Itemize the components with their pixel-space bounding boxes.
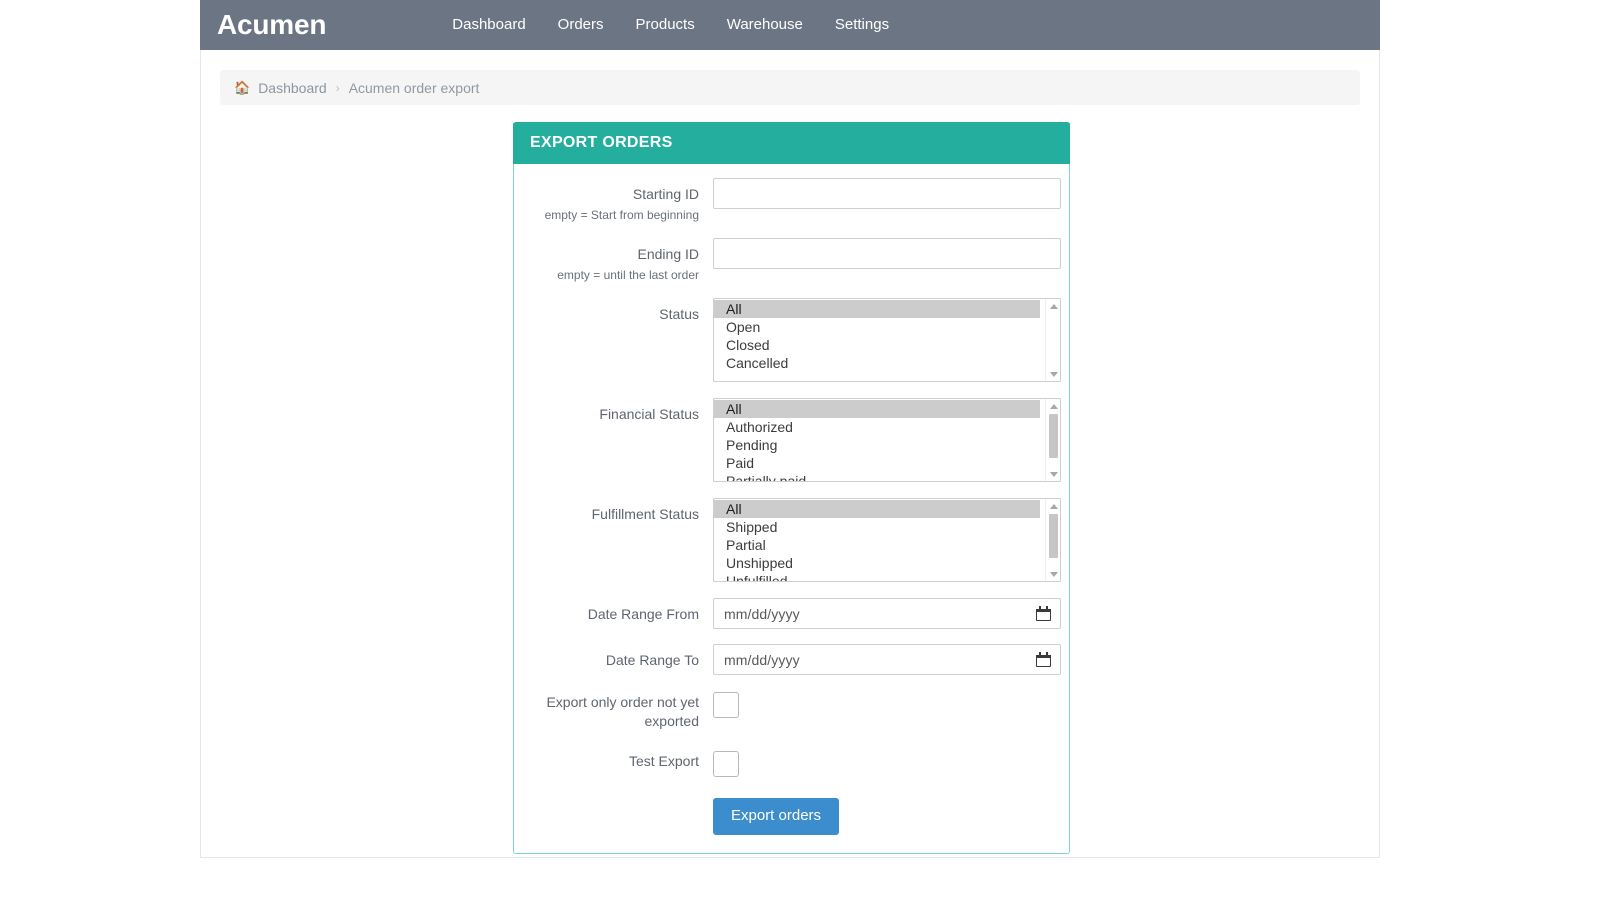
brand-logo[interactable]: Acumen	[217, 11, 326, 39]
starting-id-field-col	[713, 178, 1061, 223]
financial-status-option-partially-paid[interactable]: Partially paid	[714, 472, 1040, 481]
financial-status-listbox[interactable]: All Authorized Pending Paid Partially pa…	[713, 398, 1061, 482]
date-to-placeholder: mm/dd/yyyy	[724, 651, 800, 668]
scroll-down-icon[interactable]	[1046, 567, 1060, 581]
breadcrumb-current: Acumen order export	[348, 79, 480, 96]
starting-id-label: Starting ID	[632, 186, 699, 202]
financial-status-option-pending[interactable]: Pending	[714, 436, 1040, 454]
form-row-test-export: Test Export	[525, 749, 1058, 777]
export-orders-button[interactable]: Export orders	[713, 798, 840, 835]
financial-status-option-all[interactable]: All	[714, 400, 1040, 418]
fulfillment-status-option-partial[interactable]: Partial	[714, 536, 1040, 554]
ending-id-label: Ending ID	[637, 246, 699, 262]
status-option-cancelled[interactable]: Cancelled	[714, 354, 1040, 372]
financial-status-option-authorized[interactable]: Authorized	[714, 418, 1040, 436]
page-content: 🏠 Dashboard › Acumen order export EXPORT…	[200, 50, 1380, 858]
form-row-fulfillment-status: Fulfillment Status All Shipped Partial U…	[525, 498, 1061, 582]
nav-item-warehouse[interactable]: Warehouse	[711, 0, 819, 50]
fulfillment-status-field-col: All Shipped Partial Unshipped Unfulfille…	[713, 498, 1061, 582]
status-option-closed[interactable]: Closed	[714, 336, 1040, 354]
not-exported-checkbox[interactable]	[713, 692, 739, 718]
submit-spacer	[525, 798, 713, 835]
status-listbox[interactable]: All Open Closed Cancelled	[713, 298, 1061, 382]
fulfillment-status-option-unshipped[interactable]: Unshipped	[714, 554, 1040, 572]
ending-id-input[interactable]	[713, 238, 1061, 269]
scroll-up-icon[interactable]	[1046, 499, 1060, 513]
financial-status-scrollbar[interactable]	[1045, 399, 1060, 481]
fulfillment-status-label: Fulfillment Status	[591, 506, 699, 522]
fulfillment-status-option-unfulfilled[interactable]: Unfulfilled	[714, 572, 1040, 581]
status-field-col: All Open Closed Cancelled	[713, 298, 1061, 382]
panel-header: EXPORT ORDERS	[513, 122, 1070, 164]
scroll-down-icon[interactable]	[1046, 367, 1060, 381]
fulfillment-status-label-col: Fulfillment Status	[525, 498, 713, 582]
ending-id-field-col	[713, 238, 1061, 283]
calendar-icon[interactable]	[1036, 652, 1051, 667]
form-row-financial-status: Financial Status All Authorized Pending …	[525, 398, 1061, 482]
date-to-label-col: Date Range To	[525, 644, 713, 675]
nav-item-settings[interactable]: Settings	[819, 0, 905, 50]
test-export-label: Test Export	[628, 753, 699, 769]
scrollbar-thumb[interactable]	[1049, 514, 1058, 558]
ending-id-hint: empty = until the last order	[557, 268, 699, 282]
ending-id-label-col: Ending ID empty = until the last order	[525, 238, 713, 283]
form-row-status: Status All Open Closed Cancelled	[525, 298, 1061, 382]
date-to-label: Date Range To	[605, 652, 699, 668]
breadcrumb-item-dashboard[interactable]: Dashboard	[258, 80, 327, 96]
date-from-placeholder: mm/dd/yyyy	[724, 605, 800, 622]
status-option-all[interactable]: All	[714, 300, 1040, 318]
financial-status-label: Financial Status	[599, 406, 699, 422]
not-exported-label-col: Export only order not yet exported	[525, 690, 713, 731]
scrollbar-thumb[interactable]	[1049, 314, 1058, 368]
starting-id-hint: empty = Start from beginning	[544, 208, 699, 222]
form-row-ending-id: Ending ID empty = until the last order	[525, 238, 1061, 283]
form-row-date-to: Date Range To mm/dd/yyyy	[525, 644, 1061, 675]
financial-status-label-col: Financial Status	[525, 398, 713, 482]
financial-status-field-col: All Authorized Pending Paid Partially pa…	[713, 398, 1061, 482]
status-scrollbar[interactable]	[1045, 299, 1060, 381]
panel-title: EXPORT ORDERS	[530, 134, 673, 151]
status-option-open[interactable]: Open	[714, 318, 1040, 336]
export-orders-panel: EXPORT ORDERS Starting ID empty = Start …	[513, 122, 1070, 854]
nav-item-dashboard[interactable]: Dashboard	[436, 0, 541, 50]
calendar-icon[interactable]	[1036, 606, 1051, 621]
status-label: Status	[659, 306, 699, 322]
home-icon: 🏠	[234, 80, 251, 95]
financial-status-option-paid[interactable]: Paid	[714, 454, 1040, 472]
breadcrumb-separator-icon: ›	[335, 80, 340, 95]
fulfillment-status-option-all[interactable]: All	[714, 500, 1040, 518]
export-orders-form: Starting ID empty = Start from beginning…	[514, 164, 1069, 853]
nav-item-orders[interactable]: Orders	[542, 0, 620, 50]
form-row-submit: Export orders	[525, 798, 1058, 835]
scroll-up-icon[interactable]	[1046, 399, 1060, 413]
not-exported-label: Export only order not yet exported	[546, 694, 699, 729]
date-from-label: Date Range From	[587, 606, 699, 622]
scroll-up-icon[interactable]	[1046, 299, 1060, 313]
date-to-input[interactable]: mm/dd/yyyy	[713, 644, 1061, 675]
form-row-date-from: Date Range From mm/dd/yyyy	[525, 598, 1061, 629]
fulfillment-status-listbox[interactable]: All Shipped Partial Unshipped Unfulfille…	[713, 498, 1061, 582]
date-from-field-col: mm/dd/yyyy	[713, 598, 1061, 629]
test-export-label-col: Test Export	[525, 749, 713, 777]
date-from-label-col: Date Range From	[525, 598, 713, 629]
test-export-checkbox[interactable]	[713, 751, 739, 777]
top-navbar: Acumen Dashboard Orders Products Warehou…	[200, 0, 1380, 50]
form-row-starting-id: Starting ID empty = Start from beginning	[525, 178, 1061, 223]
scrollbar-thumb[interactable]	[1049, 414, 1058, 458]
not-exported-field-col	[713, 690, 1058, 731]
main-nav: Dashboard Orders Products Warehouse Sett…	[436, 0, 905, 50]
test-export-field-col	[713, 749, 1058, 777]
date-to-field-col: mm/dd/yyyy	[713, 644, 1061, 675]
submit-field-col: Export orders	[713, 798, 1058, 835]
fulfillment-status-option-shipped[interactable]: Shipped	[714, 518, 1040, 536]
starting-id-label-col: Starting ID empty = Start from beginning	[525, 178, 713, 223]
date-from-input[interactable]: mm/dd/yyyy	[713, 598, 1061, 629]
nav-item-products[interactable]: Products	[620, 0, 711, 50]
starting-id-input[interactable]	[713, 178, 1061, 209]
breadcrumb: 🏠 Dashboard › Acumen order export	[220, 70, 1360, 105]
status-label-col: Status	[525, 298, 713, 382]
fulfillment-status-scrollbar[interactable]	[1045, 499, 1060, 581]
form-row-not-exported: Export only order not yet exported	[525, 690, 1058, 731]
scroll-down-icon[interactable]	[1046, 467, 1060, 481]
